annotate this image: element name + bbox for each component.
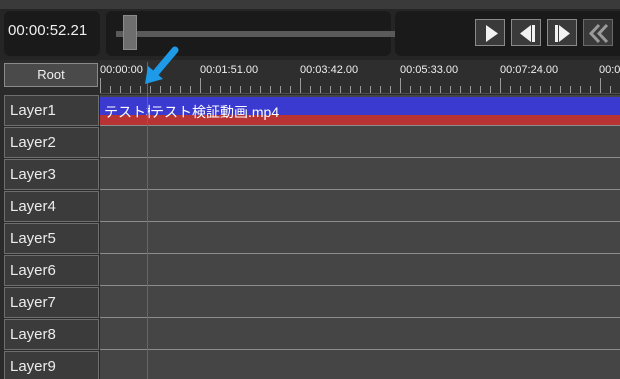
pointer-arrow-icon bbox=[145, 46, 179, 84]
track-divider bbox=[100, 317, 620, 318]
step-back-button[interactable] bbox=[511, 19, 541, 46]
track-divider bbox=[100, 285, 620, 286]
play-icon bbox=[486, 25, 498, 42]
current-time: 00:00:52.21 bbox=[8, 22, 88, 39]
tick-label: 00:03:42.00 bbox=[300, 64, 359, 76]
layer-label[interactable]: Layer4 bbox=[4, 191, 99, 222]
tick-label: 00:01:51.00 bbox=[200, 64, 259, 76]
track-divider bbox=[100, 221, 620, 222]
play-button[interactable] bbox=[475, 19, 505, 46]
tick-label: 00:0 bbox=[599, 64, 620, 76]
layer-label[interactable]: Layer2 bbox=[4, 127, 99, 158]
track-divider bbox=[100, 189, 620, 190]
tick-label: 00:07:24.00 bbox=[500, 64, 559, 76]
layer-label[interactable]: Layer7 bbox=[4, 287, 99, 318]
top-strip bbox=[0, 0, 620, 9]
layer-label[interactable]: Layer6 bbox=[4, 255, 99, 286]
timeline-tracks[interactable] bbox=[100, 95, 620, 379]
rewind-button[interactable] bbox=[583, 19, 613, 46]
track-divider bbox=[100, 125, 620, 126]
tick-label: 00:00:00 bbox=[100, 64, 143, 76]
playhead[interactable] bbox=[147, 62, 148, 379]
step-forward-button[interactable] bbox=[547, 19, 577, 46]
track-divider bbox=[100, 349, 620, 350]
layer-label[interactable]: Layer3 bbox=[4, 159, 99, 190]
step-forward-icon bbox=[555, 25, 570, 42]
tick-label: 00:05:33.00 bbox=[400, 64, 459, 76]
layer-label[interactable]: Layer5 bbox=[4, 223, 99, 254]
step-back-icon bbox=[520, 25, 535, 42]
layer-label[interactable]: Layer9 bbox=[4, 351, 99, 379]
layer-label[interactable]: Layer1 bbox=[4, 95, 99, 126]
layer-label[interactable]: Layer8 bbox=[4, 319, 99, 350]
root-button[interactable]: Root bbox=[4, 63, 98, 87]
track-divider bbox=[100, 157, 620, 158]
clip-label: テスト検証動画.mp4 bbox=[150, 104, 280, 120]
rewind-icon bbox=[588, 23, 609, 44]
track-divider bbox=[100, 253, 620, 254]
clip-label-ghost: テスト検 bbox=[104, 104, 150, 120]
scrubber-thumb[interactable] bbox=[122, 15, 137, 50]
